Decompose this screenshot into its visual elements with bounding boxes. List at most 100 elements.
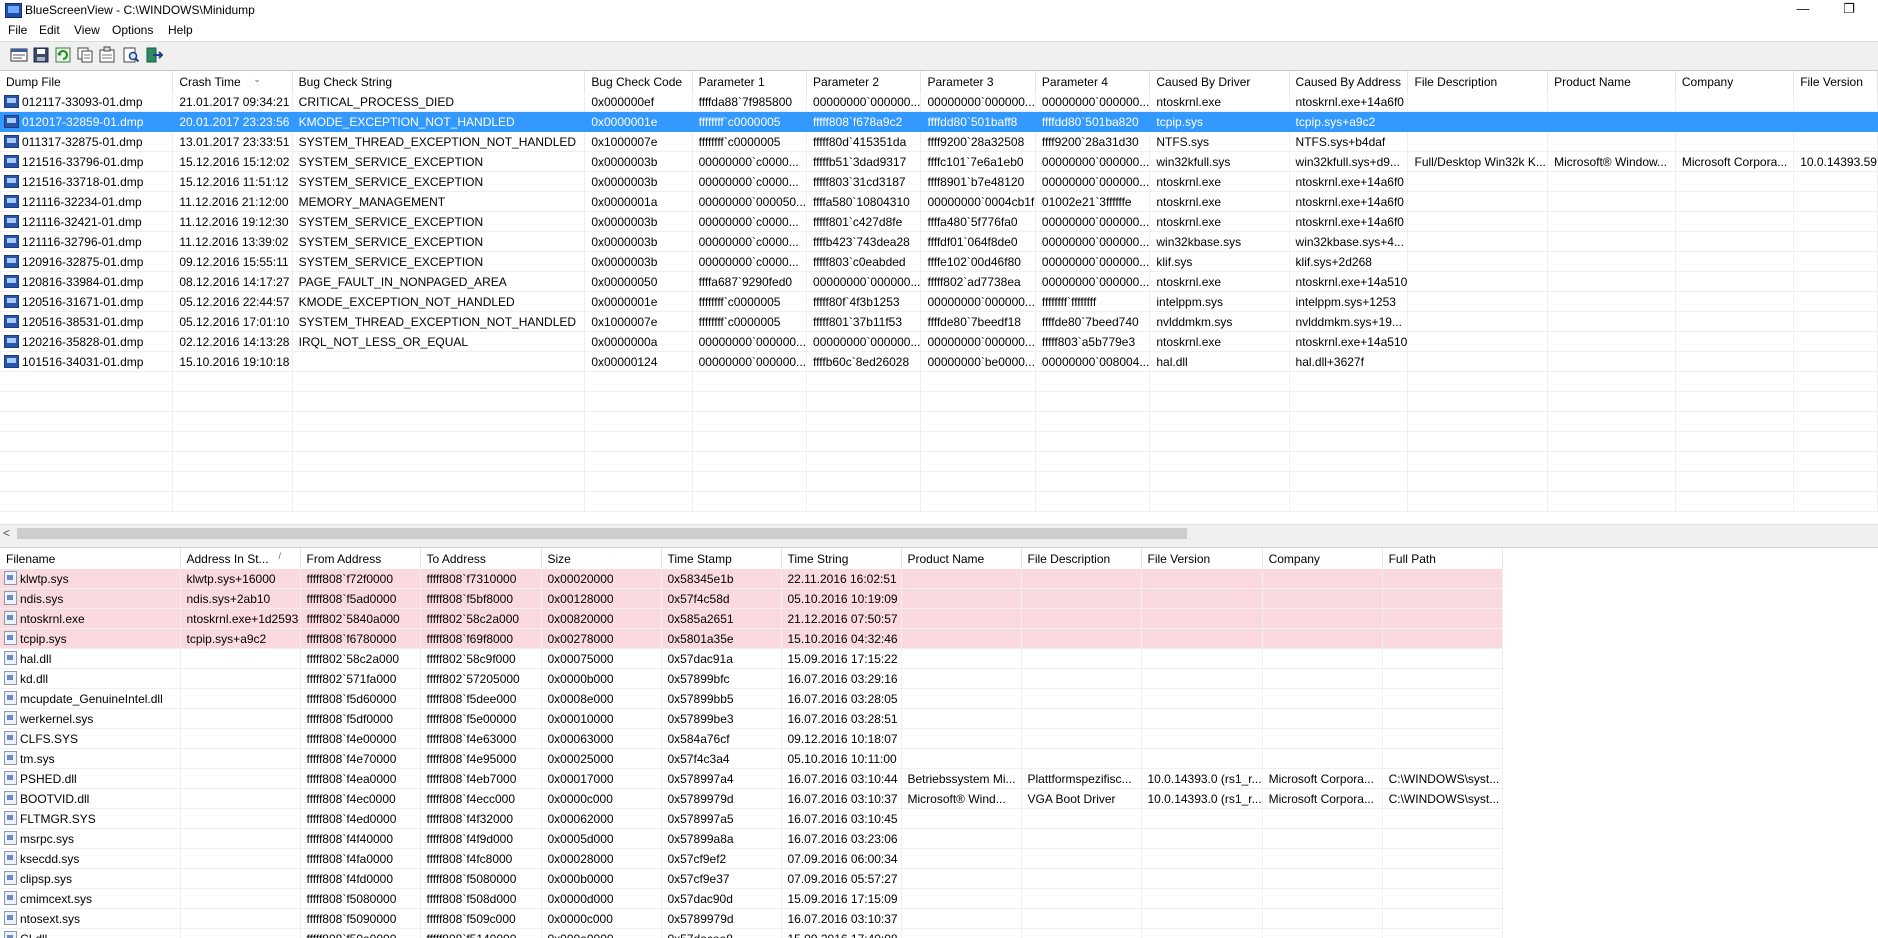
cell-file-version — [1141, 808, 1263, 829]
table-row[interactable]: klwtp.sys klwtp.sys+16000 fffff808`f72f000… — [0, 569, 1503, 589]
table-row[interactable]: 120516-38531-01.dmp 05.12.2016 17:01:10 SY… — [0, 311, 1878, 332]
copy-icon[interactable] — [76, 46, 94, 64]
column-header-dump-file[interactable]: Dump File — [0, 71, 174, 92]
table-row[interactable]: 120816-33984-01.dmp 08.12.2016 14:17:27 PA… — [0, 271, 1878, 292]
find-icon[interactable] — [122, 46, 140, 64]
table-row[interactable]: 121116-32234-01.dmp 11.12.2016 21:12:00 ME… — [0, 191, 1878, 212]
table-row[interactable]: 120216-35828-01.dmp 02.12.2016 14:13:28 IR… — [0, 331, 1878, 352]
cell-file-description — [1407, 291, 1549, 312]
cell-file-description: VGA Boot Driver — [1021, 788, 1142, 809]
menu-edit[interactable]: Edit — [39, 23, 60, 37]
empty-cell — [1149, 471, 1290, 492]
table-row[interactable]: CI.dll fffff808`f50a0000 fffff808`f5140000… — [0, 928, 1503, 938]
cell-text: intelppm.sys+1253 — [1295, 294, 1396, 309]
cell-parameter-4: ffffdd80`501ba820 — [1035, 111, 1151, 132]
column-header-filename[interactable]: Filename — [0, 548, 181, 569]
column-header-bug-check-code[interactable]: Bug Check Code — [584, 71, 693, 92]
refresh-icon[interactable] — [54, 46, 72, 64]
cell-product-name — [901, 848, 1022, 869]
column-header-address-in-st[interactable]: Address In St... / — [180, 548, 301, 569]
table-row[interactable]: 121116-32796-01.dmp 11.12.2016 13:39:02 SY… — [0, 231, 1878, 252]
cell-text: 0x57cf9ef2 — [667, 851, 727, 866]
table-row[interactable]: 011317-32875-01.dmp 13.01.2017 23:33:51 SY… — [0, 131, 1878, 152]
column-header-parameter-3[interactable]: Parameter 3 — [920, 71, 1036, 92]
column-header-caused-by-address[interactable]: Caused By Address — [1289, 71, 1409, 92]
column-header-parameter-4[interactable]: Parameter 4 — [1035, 71, 1151, 92]
column-header-time-stamp[interactable]: Time Stamp — [661, 548, 782, 569]
table-row[interactable]: tm.sys fffff808`f4e70000 fffff808`f4e95000… — [0, 748, 1503, 769]
table-row[interactable]: 120516-31671-01.dmp 05.12.2016 22:44:57 KM… — [0, 291, 1878, 312]
table-row[interactable]: werkernel.sys fffff808`f5df0000 fffff808`f… — [0, 708, 1503, 729]
table-row[interactable]: 121516-33796-01.dmp 15.12.2016 15:12:02 SY… — [0, 151, 1878, 172]
column-header-company[interactable]: Company — [1262, 548, 1383, 569]
cell-dump-file: 120816-33984-01.dmp — [0, 271, 174, 292]
exit-icon[interactable] — [145, 46, 163, 64]
menu-help[interactable]: Help — [168, 23, 193, 37]
column-header-parameter-2[interactable]: Parameter 2 — [806, 71, 922, 92]
empty-cell — [806, 391, 922, 412]
column-header-to-address[interactable]: To Address — [420, 548, 542, 569]
cell-bug-check-code: 0x1000007e — [584, 131, 693, 152]
cell-text: hal.dll — [1156, 354, 1188, 369]
table-row[interactable]: ntosext.sys fffff808`f5090000 fffff808`f50… — [0, 908, 1503, 929]
table-row[interactable]: hal.dll fffff802`58c2a000 fffff802`58c9f00… — [0, 648, 1503, 669]
table-row[interactable]: ntoskrnl.exe ntoskrnl.exe+1d2593 fffff802`… — [0, 608, 1503, 629]
column-header-crash-time[interactable]: Crash Time ⌄ — [172, 71, 293, 92]
column-header-from-address[interactable]: From Address — [300, 548, 421, 569]
cell-text: 05.12.2016 17:01:10 — [179, 314, 290, 329]
column-header-time-string[interactable]: Time String — [781, 548, 902, 569]
column-header-file-version[interactable]: File Version — [1141, 548, 1263, 569]
column-header-full-path[interactable]: Full Path — [1382, 548, 1503, 569]
maximize-button[interactable]: ❐ — [1826, 0, 1872, 20]
table-row[interactable]: ndis.sys ndis.sys+2ab10 fffff808`f5ad0000 f… — [0, 588, 1503, 609]
table-row[interactable]: cmimcext.sys fffff808`f5080000 fffff808`f5… — [0, 888, 1503, 909]
scrollbar-thumb[interactable] — [17, 528, 1187, 539]
table-row[interactable]: clipsp.sys fffff808`f4fd0000 fffff808`f508… — [0, 868, 1503, 889]
column-header-product-name[interactable]: Product Name — [901, 548, 1022, 569]
table-row[interactable]: kd.dll fffff802`571fa000 fffff802`57205000… — [0, 668, 1503, 689]
cell-text: ffffda88`7f985800 — [698, 94, 793, 109]
cell-text: 20.01.2017 23:23:56 — [179, 114, 290, 129]
cell-company — [1262, 569, 1383, 589]
cell-bug-check-string: SYSTEM_THREAD_EXCEPTION_NOT_HANDLED — [292, 131, 586, 152]
table-row[interactable]: 012117-33093-01.dmp 21.01.2017 09:34:21 CR… — [0, 92, 1878, 112]
column-header-parameter-1[interactable]: Parameter 1 — [692, 71, 808, 92]
table-row[interactable]: 120916-32875-01.dmp 09.12.2016 15:55:11 SY… — [0, 251, 1878, 272]
column-header-product-name[interactable]: Product Name — [1547, 71, 1676, 92]
empty-cell — [1675, 391, 1795, 412]
column-header-size[interactable]: Size — [541, 548, 662, 569]
horizontal-scrollbar[interactable]: < — [0, 524, 1878, 542]
menu-view[interactable]: View — [74, 23, 100, 37]
column-header-caused-by-driver[interactable]: Caused By Driver — [1149, 71, 1290, 92]
table-row[interactable]: PSHED.dll fffff808`f4ea0000 fffff808`f4eb7… — [0, 768, 1503, 789]
table-row[interactable]: ksecdd.sys fffff808`f4fa0000 fffff808`f4fc… — [0, 848, 1503, 869]
table-row[interactable]: 012017-32859-01.dmp 20.01.2017 23:23:56 KM… — [0, 111, 1878, 132]
column-header-file-description[interactable]: File Description — [1407, 71, 1549, 92]
table-row[interactable]: CLFS.SYS fffff808`f4e00000 fffff808`f4e630… — [0, 728, 1503, 749]
cell-caused-by-address: ntoskrnl.exe+14a6f0 — [1289, 171, 1409, 192]
column-header-file-version[interactable]: File Version — [1793, 71, 1878, 92]
minimize-button[interactable]: — — [1780, 0, 1826, 20]
table-row[interactable]: mcupdate_GenuineIntel.dll fffff808`f5d600… — [0, 688, 1503, 709]
properties-icon[interactable] — [98, 46, 116, 64]
table-row[interactable]: tcpip.sys tcpip.sys+a9c2 fffff808`f6780000… — [0, 628, 1503, 649]
cell-text: 09.12.2016 15:55:11 — [179, 254, 289, 269]
scroll-left-arrow[interactable]: < — [3, 526, 10, 540]
column-header-company[interactable]: Company — [1675, 71, 1795, 92]
menu-file[interactable]: File — [8, 23, 27, 37]
cell-text: 21.01.2017 09:34:21 — [179, 94, 290, 109]
table-row[interactable]: 101516-34031-01.dmp 15.10.2016 19:10:18 0x… — [0, 351, 1878, 372]
table-row[interactable]: BOOTVID.dll fffff808`f4ec0000 fffff808`f4e… — [0, 788, 1503, 809]
html-report-icon[interactable] — [10, 46, 28, 64]
cell-text: 16.07.2016 03:10:37 — [787, 911, 898, 926]
menu-options[interactable]: Options — [112, 23, 153, 37]
column-header-bug-check-string[interactable]: Bug Check String — [292, 71, 586, 92]
save-icon[interactable] — [32, 46, 50, 64]
table-row[interactable]: 121116-32421-01.dmp 11.12.2016 19:12:30 SY… — [0, 211, 1878, 232]
cell-file-description — [1407, 92, 1549, 112]
table-row[interactable]: FLTMGR.SYS fffff808`f4ed0000 fffff808`f4f3… — [0, 808, 1503, 829]
table-row[interactable]: 121516-33718-01.dmp 15.12.2016 11:51:12 SY… — [0, 171, 1878, 192]
table-row[interactable]: msrpc.sys fffff808`f4f40000 fffff808`f4f9d… — [0, 828, 1503, 849]
cell-bug-check-code: 0x0000003b — [584, 251, 693, 272]
column-header-file-description[interactable]: File Description — [1021, 548, 1142, 569]
